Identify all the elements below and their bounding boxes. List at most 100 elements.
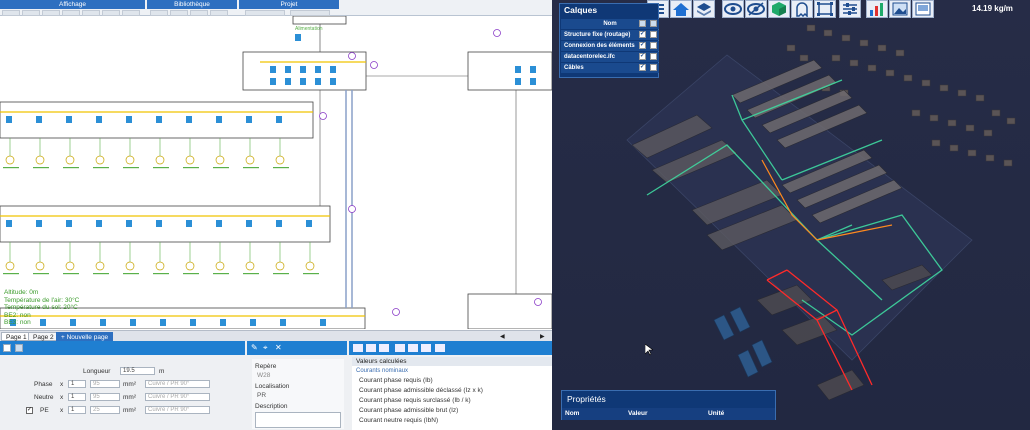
view-icon-2[interactable] <box>366 344 376 352</box>
localisation-value[interactable]: PR <box>257 392 266 399</box>
schematic-editor: Affichage Bibliothèque Projet Alimentati… <box>0 0 552 430</box>
calques-panel: Calques Nom Structure fixe (routage) ✓ C… <box>559 3 659 78</box>
layer-row[interactable]: Câbles ✓ <box>561 63 659 73</box>
phase-section-input[interactable]: 95 <box>90 380 120 388</box>
feeder-label: Alimentation <box>295 26 323 32</box>
description-field[interactable] <box>255 412 341 428</box>
view-icon-1[interactable] <box>353 344 363 352</box>
calques-header: Nom <box>561 19 659 29</box>
longueur-unit: m <box>159 368 165 375</box>
page-tabs: Page 1 Page 2 + Nouvelle page ◀ ▶ <box>0 330 552 341</box>
cable-toolbar <box>0 341 245 355</box>
pe-count-input[interactable]: 1 <box>68 406 86 414</box>
scroll-right-icon[interactable]: ▶ <box>540 333 545 340</box>
layer-lock-checkbox[interactable] <box>650 53 657 60</box>
grid-icon[interactable] <box>3 344 11 352</box>
viewer-3d[interactable]: 14.19 kg/m Calques Nom Structure fixe (r… <box>552 0 1030 430</box>
schematic-canvas[interactable]: Alimentation Altitude: 0m Température de… <box>0 15 552 339</box>
view-icon-4[interactable] <box>395 344 405 352</box>
calc-item: Courant phase requis (Ib) <box>359 377 433 384</box>
ghost-icon[interactable] <box>791 0 813 18</box>
tab-page-2[interactable]: Page 2 <box>28 332 59 341</box>
calc-section: Valeurs calculées Courants nominaux Cour… <box>352 357 552 430</box>
layer-row[interactable]: Structure fixe (routage) ✓ <box>561 30 659 40</box>
image-icon[interactable] <box>889 0 911 18</box>
table-icon[interactable] <box>15 344 23 352</box>
bar-chart-icon[interactable] <box>866 0 888 18</box>
longueur-label: Longueur <box>83 368 111 375</box>
properties-panel: ✎ ⌖ ✕ Longueur 19.5 m Phase x 1 95 mm² C… <box>0 341 552 430</box>
layer-name: Structure fixe (routage) <box>564 32 631 38</box>
ribbon: Affichage Bibliothèque Projet <box>0 0 552 16</box>
longueur-input[interactable]: 19.5 <box>120 367 155 375</box>
location-icon[interactable]: ⌖ <box>263 343 268 353</box>
repere-toolbar: ✎ ⌖ ✕ <box>247 341 347 355</box>
phase-count-input[interactable]: 1 <box>68 380 86 388</box>
eye-off-icon[interactable] <box>745 0 767 18</box>
view-icon-5[interactable] <box>408 344 418 352</box>
cube-icon[interactable] <box>768 0 790 18</box>
neutre-material-select[interactable]: Cuivre / PR 90° <box>145 393 210 401</box>
note-soil-temp: Température du sol: 20°C <box>4 304 78 311</box>
pe-material-select[interactable]: Cuivre / PR 90° <box>145 406 210 414</box>
row-pe: ✓ PE x 1 25 mm² Cuivre / PR 90° <box>0 404 245 417</box>
mouse-cursor-icon <box>645 344 653 356</box>
calc-subsection: Courants nominaux <box>356 368 409 374</box>
screenshot-icon[interactable] <box>912 0 934 18</box>
layer-row[interactable]: Connexion des éléments ✓ <box>561 41 659 51</box>
home-icon[interactable] <box>670 0 692 18</box>
eye-icon[interactable] <box>722 0 744 18</box>
localisation-label: Localisation <box>255 383 290 390</box>
view-icon-3[interactable] <box>379 344 389 352</box>
calques-header-label: Nom <box>603 21 617 27</box>
proprietes-header: Nom Valeur Unité <box>562 408 775 420</box>
layer-lock-checkbox[interactable] <box>650 42 657 49</box>
conductor-rows: Phase x 1 95 mm² Cuivre / PR 90° Neutre … <box>0 378 245 430</box>
header-eye-icon[interactable] <box>639 20 646 27</box>
row-neutre: Neutre x 1 95 mm² Cuivre / PR 90° <box>0 391 245 404</box>
calc-title: Valeurs calculées <box>352 357 552 366</box>
frame-icon[interactable] <box>814 0 836 18</box>
view-icon-6[interactable] <box>421 344 431 352</box>
col-unite: Unité <box>708 410 725 417</box>
note-be3: BE3: non <box>4 319 31 326</box>
pe-section-input[interactable]: 25 <box>90 406 120 414</box>
layer-name: Câbles <box>564 65 584 71</box>
repere-value[interactable]: W28 <box>257 372 270 379</box>
col-valeur: Valeur <box>628 410 648 417</box>
layer-visible-checkbox[interactable]: ✓ <box>639 64 646 71</box>
neutre-section-input[interactable]: 95 <box>90 393 120 401</box>
calc-item: Courant phase admissible brut (Iz) <box>359 407 459 414</box>
layer-lock-checkbox[interactable] <box>650 31 657 38</box>
note-altitude: Altitude: 0m <box>4 289 39 296</box>
calc-item: Courant neutre requis (IbN) <box>359 417 439 424</box>
neutre-count-input[interactable]: 1 <box>68 393 86 401</box>
layer-lock-checkbox[interactable] <box>650 64 657 71</box>
header-lock-icon[interactable] <box>650 20 657 27</box>
sliders-icon[interactable] <box>839 0 861 18</box>
repere-section: Repère W28 Localisation PR Description <box>252 359 344 429</box>
layer-visible-checkbox[interactable]: ✓ <box>639 42 646 49</box>
proprietes-title: Propriétés <box>567 394 606 404</box>
layer-visible-checkbox[interactable]: ✓ <box>639 53 646 60</box>
layer-visible-checkbox[interactable]: ✓ <box>639 31 646 38</box>
calc-item: Courant phase requis surclassé (Ib / k) <box>359 397 471 404</box>
layer-name: Connexion des éléments <box>564 43 635 49</box>
ribbon-tab-affichage[interactable]: Affichage <box>0 0 145 9</box>
repere-label: Repère <box>255 363 277 370</box>
layer-row[interactable]: datacentorelec.ifc ✓ <box>561 52 659 62</box>
view-icon-7[interactable] <box>435 344 445 352</box>
close-icon[interactable]: ✕ <box>275 343 282 352</box>
scroll-left-icon[interactable]: ◀ <box>500 333 505 340</box>
pe-checkbox[interactable]: ✓ <box>26 407 33 414</box>
layer-name: datacentorelec.ifc <box>564 54 616 60</box>
phase-material-select[interactable]: Cuivre / PR 90° <box>145 380 210 388</box>
linear-weight-readout: 14.19 kg/m <box>972 4 1013 13</box>
ribbon-tab-projet[interactable]: Projet <box>239 0 339 9</box>
edit-icon[interactable]: ✎ <box>251 343 258 352</box>
new-page-tab[interactable]: + Nouvelle page <box>56 332 114 341</box>
ribbon-tab-bibliotheque[interactable]: Bibliothèque <box>147 0 237 9</box>
calc-toolbar <box>349 341 552 355</box>
note-be2: BE2: non <box>4 311 31 319</box>
layers-icon[interactable] <box>693 0 715 18</box>
